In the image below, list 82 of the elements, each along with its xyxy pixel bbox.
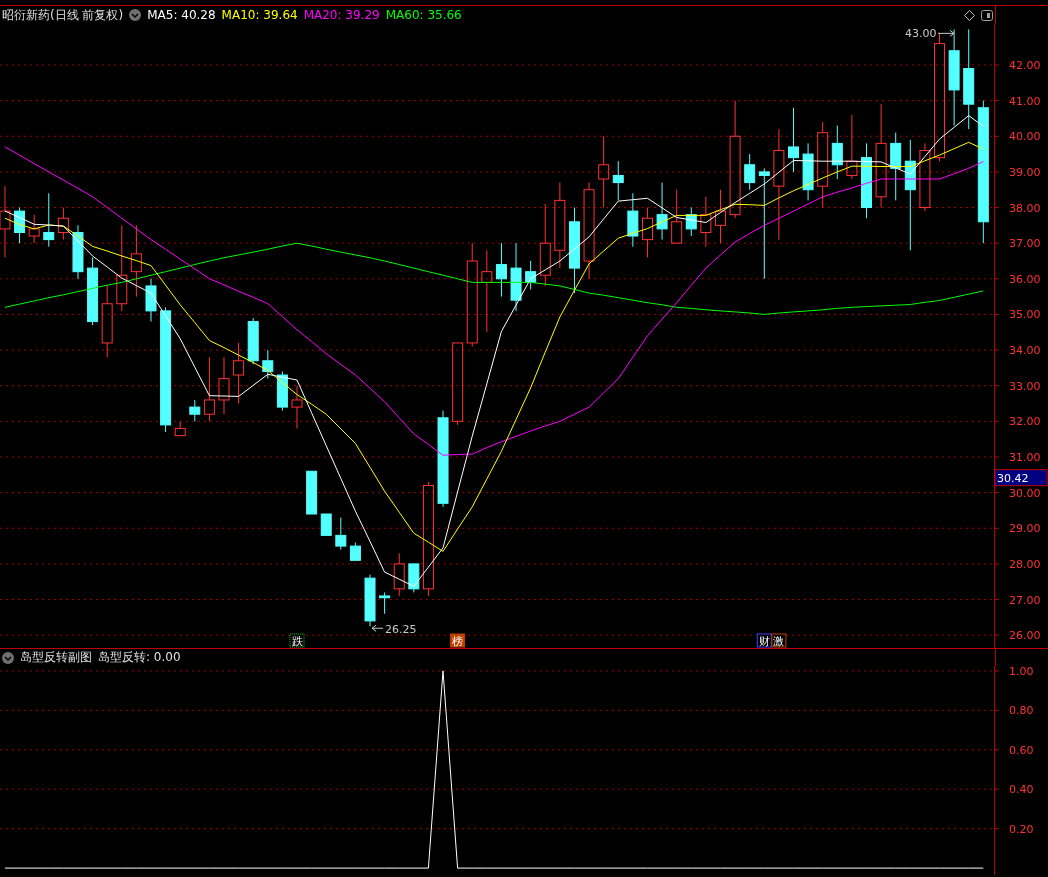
axis-tick-label: 41.00 [1009,94,1041,108]
candlestick [145,278,157,323]
event-marker[interactable]: 跌 [289,633,305,648]
candlestick [174,420,186,437]
candlestick [846,114,858,180]
axis-tick-label: 29.00 [1009,522,1041,536]
candlestick [14,207,26,244]
candlestick [715,189,726,244]
axis-tick-label: 37.00 [1009,237,1041,251]
candlestick [247,317,259,365]
diamond-icon[interactable] [964,9,975,21]
candlestick [28,214,40,244]
candlestick [291,385,303,429]
event-marker[interactable]: 激 [771,633,787,648]
low-price-label: 26.25 [371,623,417,637]
axis-tick-label: 0.60 [1009,743,1034,757]
candlestick [43,192,55,248]
ma-label: MA10: 39.64 [221,8,298,22]
candlestick [87,256,99,326]
axis-tick-label: 35.00 [1009,308,1041,322]
event-marker[interactable]: 榜 [450,633,466,648]
axis-tick-label: 38.00 [1009,201,1041,215]
candlestick [276,370,288,412]
axis-tick-label: 26.00 [1009,629,1041,643]
ma-label: MA20: 39.29 [303,8,380,22]
event-marker[interactable]: 财 [756,633,772,648]
candlestick [525,260,537,290]
axis-tick-label: 27.00 [1009,593,1041,607]
candlestick [393,552,405,597]
candlestick [57,207,69,241]
axis-tick-label: 39.00 [1009,165,1041,179]
candlestick [700,196,712,248]
axis-tick-label: 32.00 [1009,415,1041,429]
axis-tick-label: 33.00 [1009,379,1041,393]
candlestick [203,356,215,422]
axis-tick-label: 31.00 [1009,451,1041,464]
candlestick [72,224,84,280]
candlestick [627,192,639,248]
axis-tick-label: 0.20 [1009,822,1034,836]
candlestick [831,125,843,180]
candlestick [262,349,274,380]
candlestick [379,591,391,615]
candlestick [788,107,799,173]
axis-tick-label: 40.00 [1009,130,1041,144]
axis-tick-label: 30.00 [1009,486,1041,500]
panel-toggle-icon[interactable] [981,9,993,21]
indicator-reading: 岛型反转: 0.00 [98,649,181,666]
candlestick [189,399,201,422]
candlestick [656,182,668,241]
candlestick [495,242,507,298]
axis-tick-label: 0.40 [1009,783,1034,797]
candlestick [320,513,332,536]
candlestick [685,207,697,237]
dropdown-icon[interactable] [2,651,14,664]
candlestick [364,574,376,627]
axis-tick-label: 34.00 [1009,344,1041,358]
candlestick [218,356,230,415]
candlestick [233,342,245,405]
candlestick [744,153,756,191]
candlestick [349,542,361,561]
candlestick [408,563,420,593]
candlestick [671,189,683,244]
candlestick [641,207,653,258]
axis-tick-label: 0.80 [1009,704,1034,718]
ma-label: MA60: 35.66 [385,8,462,22]
axis-tick-label: 28.00 [1009,557,1041,571]
candlestick [510,242,522,312]
axis-tick-label: 1.00 [1009,666,1034,678]
candlestick [612,160,624,201]
candlestick [335,517,347,551]
candlestick [802,142,814,201]
stock-title: 昭衍新药(日线 前复权) [2,6,124,24]
axis-tick-label: 42.00 [1009,59,1041,72]
candlestick [890,132,902,201]
ma-label: MA5: 40.28 [147,8,216,22]
dropdown-icon[interactable] [129,9,142,21]
high-price-label: 43.00 [905,27,955,41]
indicator-title: 岛型反转副图 [20,649,92,666]
candlestick [919,142,931,212]
candlestick [306,470,318,515]
current-price-tag: 30.42 [994,469,1048,487]
axis-tick-label: 36.00 [1009,272,1041,286]
